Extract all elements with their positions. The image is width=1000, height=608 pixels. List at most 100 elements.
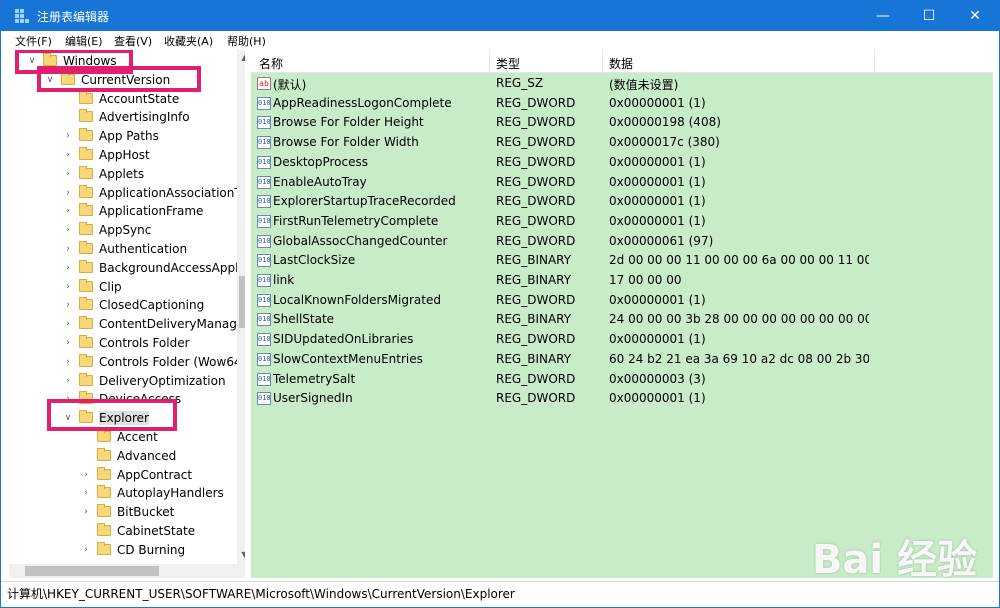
tree-horizontal-scrollbar[interactable] [9,564,237,578]
tree-item[interactable]: › ContentDeliveryManage [9,315,245,333]
value-row[interactable]: 010 UserSignedIn REG_DWORD 0x00000001 (1) [251,389,993,409]
tree-item[interactable]: › ClosedCaptioning [9,296,245,314]
value-row[interactable]: 010 ExplorerStartupTraceRecorded REG_DWORD… [251,192,993,212]
value-row[interactable]: 010 AppReadinessLogonComplete REG_DWORD 0x0… [251,94,993,114]
value-row[interactable]: 010 SlowContextMenuEntries REG_BINARY 60 24… [251,350,993,370]
tree-item[interactable]: › BitBucket [9,503,245,521]
value-row[interactable]: 010 Browse For Folder Height REG_DWORD 0x00… [251,113,993,133]
value-data: 0x00000001 (1) [609,174,706,189]
chevron-right-icon[interactable]: › [63,281,73,293]
value-row[interactable]: 010 ShellState REG_BINARY 24 00 00 00 3b 28… [251,310,993,330]
chevron-right-icon[interactable]: › [81,487,91,499]
tree-item[interactable]: › Controls Folder (Wow64 [9,353,245,371]
value-row[interactable]: 010 EnableAutoTray REG_DWORD 0x00000001 (1) [251,173,993,193]
column-name[interactable]: 名称 [259,55,283,72]
tree-item-label: BackgroundAccessAppli [99,260,242,275]
tree-item[interactable]: › AutoplayHandlers [9,484,245,502]
tree-item[interactable]: › App Paths [9,127,245,145]
folder-icon [79,241,93,254]
column-divider[interactable] [874,50,875,73]
chevron-right-icon[interactable]: › [63,205,73,217]
tree-item[interactable]: › ApplicationAssociationT [9,184,245,202]
value-name: Browse For Folder Height [273,115,424,130]
tree-item[interactable]: › Clip [9,278,245,296]
column-divider[interactable] [602,50,603,73]
maximize-icon[interactable]: ☐ [907,1,951,31]
tree-item[interactable]: › CD Burning [9,541,245,559]
value-row[interactable]: 010 FirstRunTelemetryComplete REG_DWORD 0x0… [251,212,993,232]
value-row[interactable]: 010 TelemetrySalt REG_DWORD 0x00000003 (3) [251,370,993,390]
chevron-right-icon[interactable]: › [81,544,91,556]
chevron-right-icon[interactable]: › [63,356,73,368]
tree-item-label: Advanced [117,448,177,463]
tree-item-label: App Paths [99,129,159,144]
scroll-up-icon[interactable]: ▲ [237,50,245,65]
folder-icon [79,147,93,160]
tree-item[interactable]: › BackgroundAccessAppli [9,259,245,277]
value-row[interactable]: 010 GlobalAssocChangedCounter REG_DWORD 0x0… [251,232,993,252]
tree-item-label: Authentication [99,242,188,256]
tree-item-label: Controls Folder [99,336,190,350]
column-divider[interactable] [489,50,490,73]
value-row[interactable]: 010 LastClockSize REG_BINARY 2d 00 00 00 11… [251,251,993,271]
tree-item-label: AutoplayHandlers [117,486,224,501]
menu-file[interactable]: 文件(F) [15,33,52,49]
value-row[interactable]: 010 link REG_BINARY 17 00 00 00 [251,271,993,291]
chevron-right-icon[interactable]: › [63,149,73,161]
value-row[interactable]: 010 DesktopProcess REG_DWORD 0x00000001 (1) [251,153,993,173]
value-type: REG_BINARY [496,312,572,327]
value-type: REG_DWORD [496,213,576,228]
binary-value-icon: 010 [257,352,271,366]
value-type: REG_DWORD [496,194,576,209]
tree-item[interactable]: › Applets [9,165,245,183]
tree-item[interactable]: › AppHost [9,146,245,164]
chevron-right-icon[interactable]: › [63,187,73,199]
menu-help[interactable]: 帮助(H) [227,33,266,49]
tree-item[interactable]: AccountState [9,90,245,108]
folder-icon [97,447,111,461]
value-data: 0x00000001 (1) [609,332,706,347]
tree-item[interactable]: AdvertisingInfo [9,108,245,126]
chevron-right-icon[interactable]: › [63,168,73,180]
value-type: REG_DWORD [496,371,576,386]
column-data[interactable]: 数据 [609,55,633,72]
folder-icon [79,259,93,273]
chevron-right-icon[interactable]: › [63,375,73,387]
scroll-down-icon[interactable]: ▼ [237,547,245,562]
tree-vertical-scrollbar[interactable]: ▲ ▼ [237,50,245,578]
menu-view[interactable]: 查看(V) [114,33,152,49]
chevron-right-icon[interactable]: › [81,506,91,518]
chevron-right-icon[interactable]: › [63,243,73,255]
title-bar[interactable]: 注册表编辑器 — ☐ ✕ [1,1,999,31]
value-row[interactable]: 010 Browse For Folder Width REG_DWORD 0x000… [251,133,993,153]
minimize-icon[interactable]: — [861,1,905,31]
tree-item-label: AppHost [99,148,150,162]
tree-hscroll-thumb[interactable] [25,566,159,576]
tree-item[interactable]: › AppContract [9,466,245,484]
chevron-right-icon[interactable]: › [63,318,73,330]
value-row[interactable]: ab (默认) REG_SZ (数值未设置) [251,74,993,94]
watermark-logo: Bai 经验 [811,537,977,583]
value-row[interactable]: 010 SIDUpdatedOnLibraries REG_DWORD 0x00000… [251,330,993,350]
value-row[interactable]: 010 LocalKnownFoldersMigrated REG_DWORD 0x0… [251,291,993,311]
tree-item[interactable]: Advanced [9,447,245,465]
tree-item[interactable]: › DeliveryOptimization [9,372,245,390]
chevron-right-icon[interactable]: › [81,469,91,481]
menu-edit[interactable]: 编辑(E) [65,33,103,49]
chevron-right-icon[interactable]: › [63,299,73,311]
tree-item[interactable]: › Controls Folder [9,334,245,352]
value-type: REG_DWORD [496,115,576,130]
close-icon[interactable]: ✕ [953,1,997,31]
binary-value-icon: 010 [257,274,271,287]
value-name: LocalKnownFoldersMigrated [273,292,441,307]
tree-item[interactable]: CabinetState [9,522,245,540]
chevron-right-icon[interactable]: › [63,130,73,142]
tree-item[interactable]: › Authentication [9,240,245,258]
column-type[interactable]: 类型 [496,55,520,72]
tree-item[interactable]: › AppSync [9,221,245,239]
menu-favorites[interactable]: 收藏夹(A) [164,33,213,49]
chevron-right-icon[interactable]: › [63,262,73,274]
chevron-right-icon[interactable]: › [63,224,73,236]
tree-item[interactable]: › ApplicationFrame [9,202,245,220]
chevron-right-icon[interactable]: › [63,337,73,349]
